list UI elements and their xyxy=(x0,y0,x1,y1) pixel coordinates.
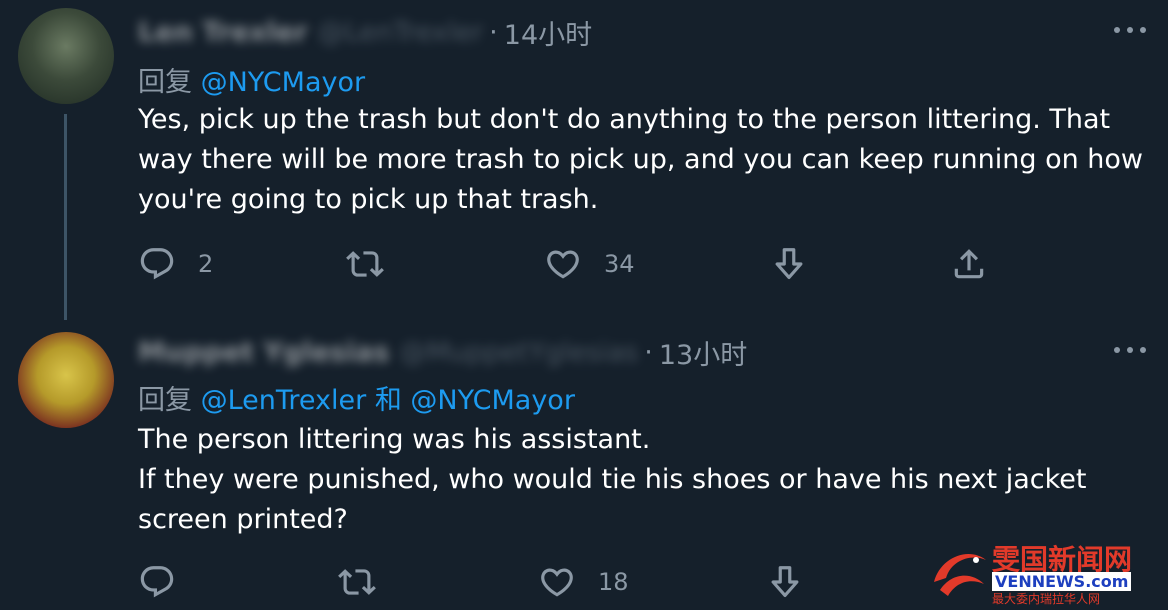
timestamp[interactable]: 14小时 xyxy=(504,13,592,52)
separator-dot: · xyxy=(644,336,653,368)
downvote-button[interactable] xyxy=(770,244,808,284)
share-button[interactable] xyxy=(950,244,988,284)
tweet-text-line: screen printed? xyxy=(138,504,348,535)
mention-link[interactable]: @NYCMayor xyxy=(410,385,575,416)
retweet-button[interactable] xyxy=(338,562,398,602)
tweet-text-line: If they were punished, who would tie his… xyxy=(138,464,1087,495)
tweet-text-line: you're going to pick up that trash. xyxy=(138,184,599,215)
downvote-icon xyxy=(775,248,803,280)
reply-count: 2 xyxy=(198,250,214,278)
reply-button[interactable] xyxy=(138,562,198,602)
heart-icon xyxy=(541,568,573,597)
author-name[interactable]: Len Trexler xyxy=(138,17,308,48)
author-name[interactable]: Muppet Yglesias xyxy=(138,337,389,368)
dragon-logo-icon xyxy=(934,554,986,596)
like-button[interactable]: 18 xyxy=(538,562,629,602)
reply-button[interactable]: 2 xyxy=(138,244,213,284)
thread-line xyxy=(64,114,67,320)
retweet-icon xyxy=(346,251,384,277)
timestamp[interactable]: 13小时 xyxy=(659,333,747,372)
like-count: 18 xyxy=(598,568,629,596)
tweet-text-line: way there will be more trash to pick up,… xyxy=(138,144,1143,175)
tweet-text-line: Yes, pick up the trash but don't do anyt… xyxy=(138,104,1111,135)
avatar[interactable] xyxy=(18,8,114,104)
watermark-url: VENNEWS.com xyxy=(992,572,1132,591)
author-handle[interactable]: @LenTrexler xyxy=(318,17,484,48)
tweet-header: Len Trexler @LenTrexler · 14小时 xyxy=(138,13,592,52)
separator-dot: · xyxy=(489,16,498,48)
like-button[interactable]: 34 xyxy=(544,244,635,284)
mention-link[interactable]: @NYCMayor xyxy=(201,67,366,98)
more-icon[interactable] xyxy=(1114,340,1146,360)
more-icon[interactable] xyxy=(1114,20,1146,40)
heart-icon xyxy=(547,250,579,279)
retweet-button[interactable] xyxy=(346,244,406,284)
tweet-header: Muppet Yglesias @MuppetYglesias · 13小时 xyxy=(138,333,747,372)
tweet[interactable]: Len Trexler @LenTrexler · 14小时 回复 @NYCMa… xyxy=(0,0,1168,322)
like-count: 34 xyxy=(604,250,635,278)
replying-to: 回复 @NYCMayor xyxy=(138,60,365,99)
reply-prefix: 回复 xyxy=(138,67,201,98)
share-icon xyxy=(954,249,984,279)
reply-icon xyxy=(140,248,174,280)
tweet-text-line: The person littering was his assistant. xyxy=(138,424,651,455)
reply-icon xyxy=(140,566,174,598)
reply-prefix: 回复 xyxy=(138,385,201,416)
mention-link[interactable]: @LenTrexler xyxy=(201,385,367,416)
tweet-text: The person littering was his assistant. … xyxy=(138,420,1148,540)
watermark: 雯国新闻网 VENNEWS.com 最大委内瑞拉华人网 xyxy=(926,538,1162,606)
replying-to: 回复 @LenTrexler 和 @NYCMayor xyxy=(138,378,575,417)
downvote-icon xyxy=(771,566,799,598)
downvote-button[interactable] xyxy=(766,562,804,602)
watermark-subtitle: 最大委内瑞拉华人网 xyxy=(992,592,1101,606)
retweet-icon xyxy=(338,569,376,595)
avatar[interactable] xyxy=(18,332,114,428)
author-handle[interactable]: @MuppetYglesias xyxy=(399,337,638,368)
reply-joiner: 和 xyxy=(366,385,411,416)
tweet-text: Yes, pick up the trash but don't do anyt… xyxy=(138,100,1148,220)
